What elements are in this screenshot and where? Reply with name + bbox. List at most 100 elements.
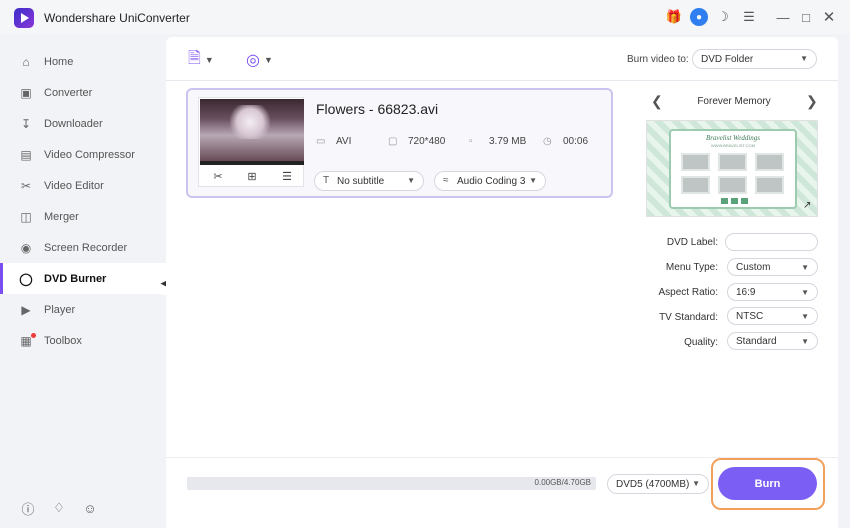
chevron-down-icon: ▼: [529, 176, 537, 185]
app-logo: [14, 8, 34, 28]
quality-select[interactable]: Standard ▼: [727, 332, 818, 350]
file-duration-value: 00:06: [563, 136, 589, 147]
template-cell: [681, 176, 710, 194]
file-resolution-value: 720*480: [408, 136, 446, 147]
theme-preview[interactable]: Bravelist Weddings WWW.BRAVELIST.COM ↗: [646, 120, 818, 217]
dvd-label-label: DVD Label:: [666, 237, 718, 248]
thumbnail-highlight: [230, 105, 270, 139]
chevron-down-icon: ▼: [204, 55, 214, 65]
audio-wave-icon: ≈: [443, 175, 449, 186]
sidebar-item-dvd-burner[interactable]: ◯ DVD Burner: [0, 263, 166, 294]
feedback-icon[interactable]: ☺: [82, 500, 98, 516]
sidebar-item-label: Merger: [44, 210, 79, 223]
sidebar-item-label: Downloader: [44, 117, 103, 130]
sidebar-item-label: Video Compressor: [44, 148, 135, 161]
compressor-icon: ▤: [20, 147, 32, 162]
template-cell: [755, 153, 784, 171]
audio-value: Audio Coding 3: [457, 175, 526, 187]
file-item-card[interactable]: ✂ ⊞ ☰ Flowers - 66823.avi ▭ AVI ▢ 720*480 …: [186, 88, 613, 198]
chevron-right-icon[interactable]: ❯: [806, 93, 818, 110]
aspect-ratio-select[interactable]: 16:9 ▼: [727, 283, 818, 301]
burn-to-select[interactable]: DVD Folder ▼: [692, 49, 817, 69]
disc-capacity-bar: 0.00GB/4.70GB: [187, 477, 596, 490]
sidebar-item-merger[interactable]: ◫ Merger: [0, 201, 166, 232]
thumbnail-bar: [200, 161, 304, 165]
aspect-ratio-value: 16:9: [736, 286, 756, 298]
chevron-down-icon: ▼: [407, 176, 415, 185]
subtitle-select[interactable]: T No subtitle ▼: [314, 171, 424, 191]
screen-recorder-icon: ◉: [20, 240, 32, 255]
notification-dot: [31, 333, 36, 338]
headset-icon[interactable]: ☽: [714, 8, 732, 26]
sidebar-item-label: Converter: [44, 86, 93, 99]
tv-standard-value: NTSC: [736, 310, 764, 322]
sidebar-item-video-compressor[interactable]: ▤ Video Compressor: [0, 139, 166, 170]
player-icon: ▶: [21, 302, 31, 317]
tv-standard-select[interactable]: NTSC ▼: [727, 307, 818, 325]
chevron-down-icon: ▼: [692, 479, 700, 488]
close-icon[interactable]: ✕: [820, 8, 838, 26]
video-thumbnail[interactable]: [200, 99, 304, 165]
template-cell: [718, 153, 747, 171]
template-subtitle: WWW.BRAVELIST.COM: [711, 143, 755, 148]
clock-icon: ◷: [543, 136, 552, 147]
resolution-icon: ▢: [388, 136, 398, 147]
edit-template-icon[interactable]: ↗: [803, 200, 811, 211]
title-bar: Wondershare UniConverter 🎁 ● ☽ ☰ — □ ✕: [0, 0, 850, 34]
add-files-button[interactable]: 🗎 ▼: [188, 49, 214, 71]
trim-icon[interactable]: ✂: [210, 168, 226, 184]
sidebar-item-converter[interactable]: ▣ Converter: [0, 77, 166, 108]
dvd-label-input[interactable]: [725, 233, 818, 251]
menu-template-frame: Bravelist Weddings WWW.BRAVELIST.COM: [669, 129, 797, 209]
main-panel: 🗎 ▼ ◎ ▼ Burn video to: DVD Folder ▼ ✂ ⊞ ☰ …: [166, 37, 838, 528]
file-format-value: AVI: [336, 136, 352, 147]
folder-icon: ▫: [469, 136, 473, 147]
chevron-down-icon: ▼: [801, 263, 809, 272]
load-disc-button[interactable]: ◎ ▼: [246, 49, 273, 71]
bell-icon[interactable]: ♢: [51, 500, 67, 516]
sidebar-item-downloader[interactable]: ↧ Downloader: [0, 108, 166, 139]
crop-icon[interactable]: ⊞: [244, 168, 260, 184]
chevron-down-icon: ▼: [801, 312, 809, 321]
sidebar-item-label: Video Editor: [44, 179, 104, 192]
subtitle-icon: T: [323, 175, 330, 186]
sidebar-item-label: DVD Burner: [44, 272, 107, 285]
template-cell: [681, 153, 710, 171]
chevron-left-icon[interactable]: ❮: [651, 93, 663, 110]
sidebar-item-toolbox[interactable]: ▦ Toolbox: [0, 325, 166, 356]
add-disc-icon: ◎: [246, 52, 260, 69]
template-nav-buttons: [721, 198, 748, 204]
chevron-down-icon: ▼: [801, 288, 809, 297]
user-icon[interactable]: ●: [690, 8, 708, 26]
burn-to-value: DVD Folder: [701, 53, 754, 65]
thumbnail-panel: ✂ ⊞ ☰: [198, 97, 304, 187]
file-resolution: ▢ 720*480: [388, 136, 445, 147]
file-duration: ◷ 00:06: [543, 136, 588, 147]
theme-name: Forever Memory: [697, 96, 771, 107]
sidebar-item-screen-recorder[interactable]: ◉ Screen Recorder: [0, 232, 166, 263]
burn-button[interactable]: Burn: [718, 467, 817, 500]
disc-type-select[interactable]: DVD5 (4700MB) ▼: [607, 474, 709, 494]
toolbar: 🗎 ▼ ◎ ▼ Burn video to: DVD Folder ▼: [166, 37, 838, 81]
add-file-icon: 🗎: [188, 49, 201, 67]
file-name: Flowers - 66823.avi: [316, 101, 439, 117]
disc-type-value: DVD5 (4700MB): [616, 478, 690, 490]
menu-icon[interactable]: ☰: [740, 8, 758, 26]
help-icon[interactable]: ⓘ: [20, 500, 36, 517]
chevron-down-icon: ▼: [801, 337, 809, 346]
minimize-icon[interactable]: —: [774, 8, 792, 26]
menu-type-select[interactable]: Custom ▼: [727, 258, 818, 276]
home-icon: ⌂: [22, 54, 30, 69]
template-cell: [755, 176, 784, 194]
gift-icon[interactable]: 🎁: [665, 8, 683, 26]
sidebar-item-player[interactable]: ▶ Player: [0, 294, 166, 325]
quality-value: Standard: [736, 335, 777, 347]
sidebar-item-video-editor[interactable]: ✂ Video Editor: [0, 170, 166, 201]
effects-icon[interactable]: ☰: [279, 168, 295, 184]
audio-track-select[interactable]: ≈ Audio Coding 3 ▼: [434, 171, 546, 191]
sidebar-item-label: Player: [44, 303, 76, 316]
sidebar-item-home[interactable]: ⌂ Home: [0, 46, 166, 77]
converter-icon: ▣: [20, 85, 32, 100]
aspect-ratio-label: Aspect Ratio:: [658, 287, 718, 298]
maximize-icon[interactable]: □: [797, 8, 815, 26]
